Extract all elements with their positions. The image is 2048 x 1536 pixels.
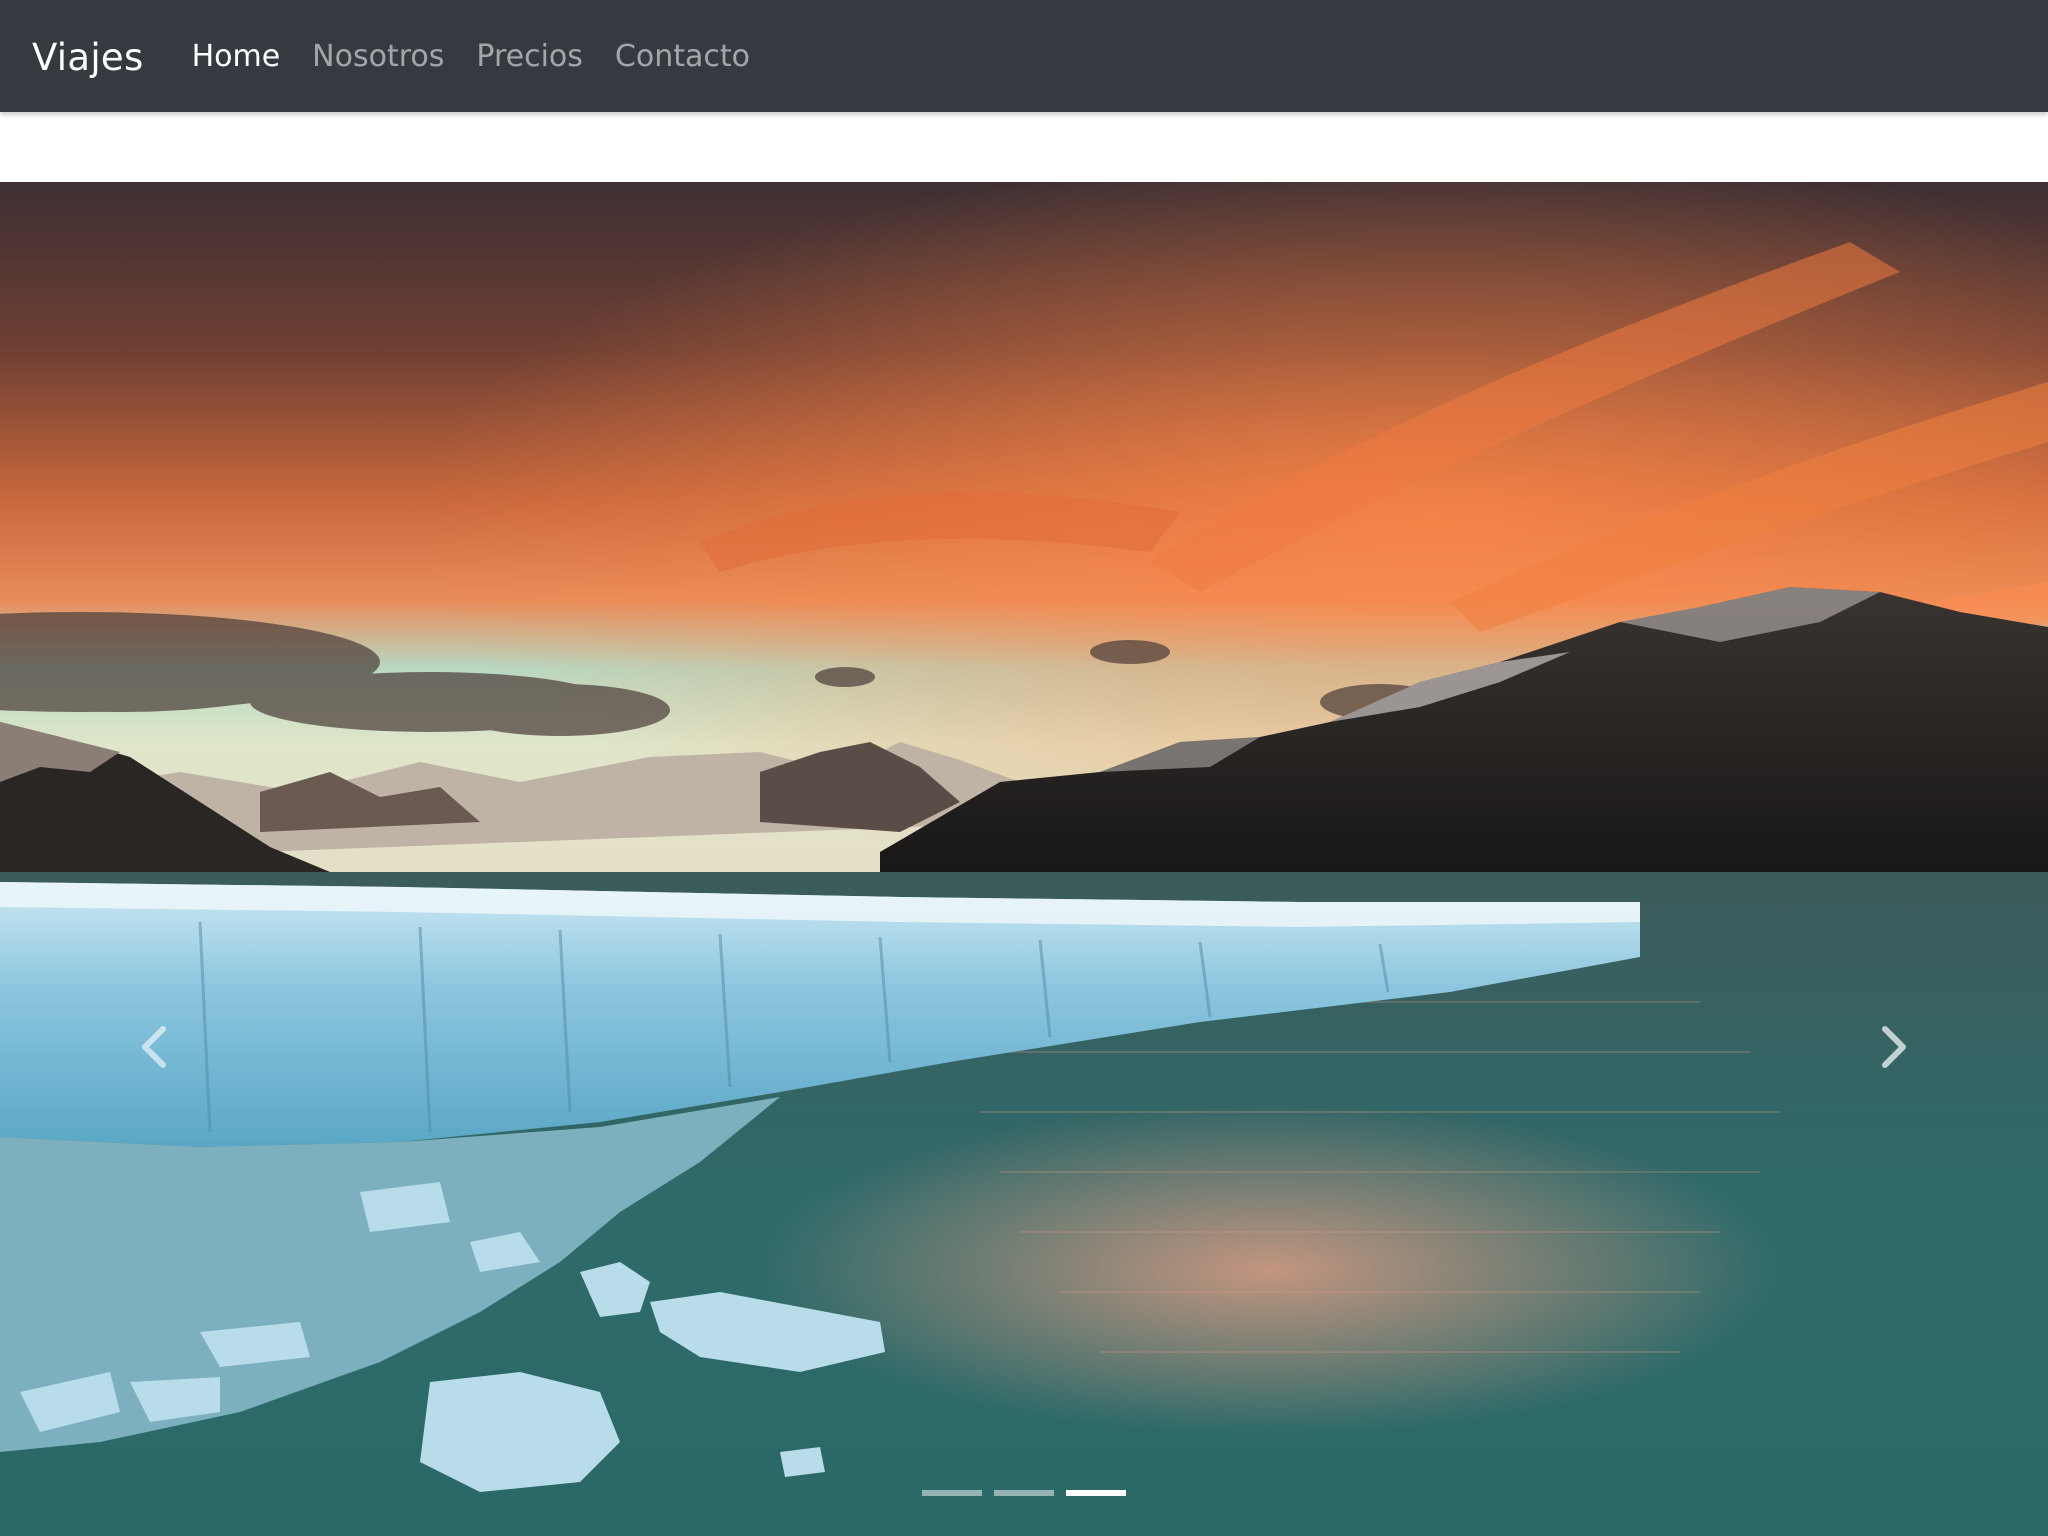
chevron-left-icon	[142, 1026, 166, 1068]
carousel-slide-image	[0, 182, 2048, 1536]
carousel-indicator-1[interactable]	[922, 1490, 982, 1496]
nav-link-contacto[interactable]: Contacto	[615, 41, 750, 72]
nav-links: Home Nosotros Precios Contacto	[192, 41, 782, 72]
nav-link-nosotros[interactable]: Nosotros	[312, 41, 444, 72]
carousel-indicators	[922, 1490, 1138, 1496]
hero-carousel	[0, 182, 2048, 1536]
carousel-next-button[interactable]	[1864, 1002, 1924, 1092]
brand-logo[interactable]: Viajes	[32, 37, 144, 76]
nav-link-precios[interactable]: Precios	[476, 41, 583, 72]
navbar: Viajes Home Nosotros Precios Contacto	[0, 0, 2048, 112]
carousel-indicator-2[interactable]	[994, 1490, 1054, 1496]
chevron-right-icon	[1882, 1026, 1906, 1068]
carousel-indicator-3[interactable]	[1066, 1490, 1126, 1496]
nav-link-home[interactable]: Home	[192, 41, 281, 72]
carousel-prev-button[interactable]	[124, 1002, 184, 1092]
